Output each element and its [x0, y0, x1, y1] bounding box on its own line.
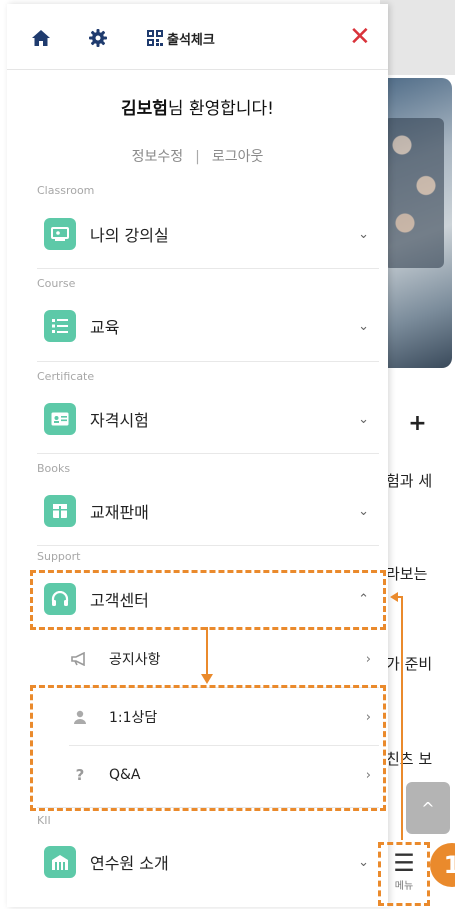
annotation-arrows [201, 592, 403, 840]
